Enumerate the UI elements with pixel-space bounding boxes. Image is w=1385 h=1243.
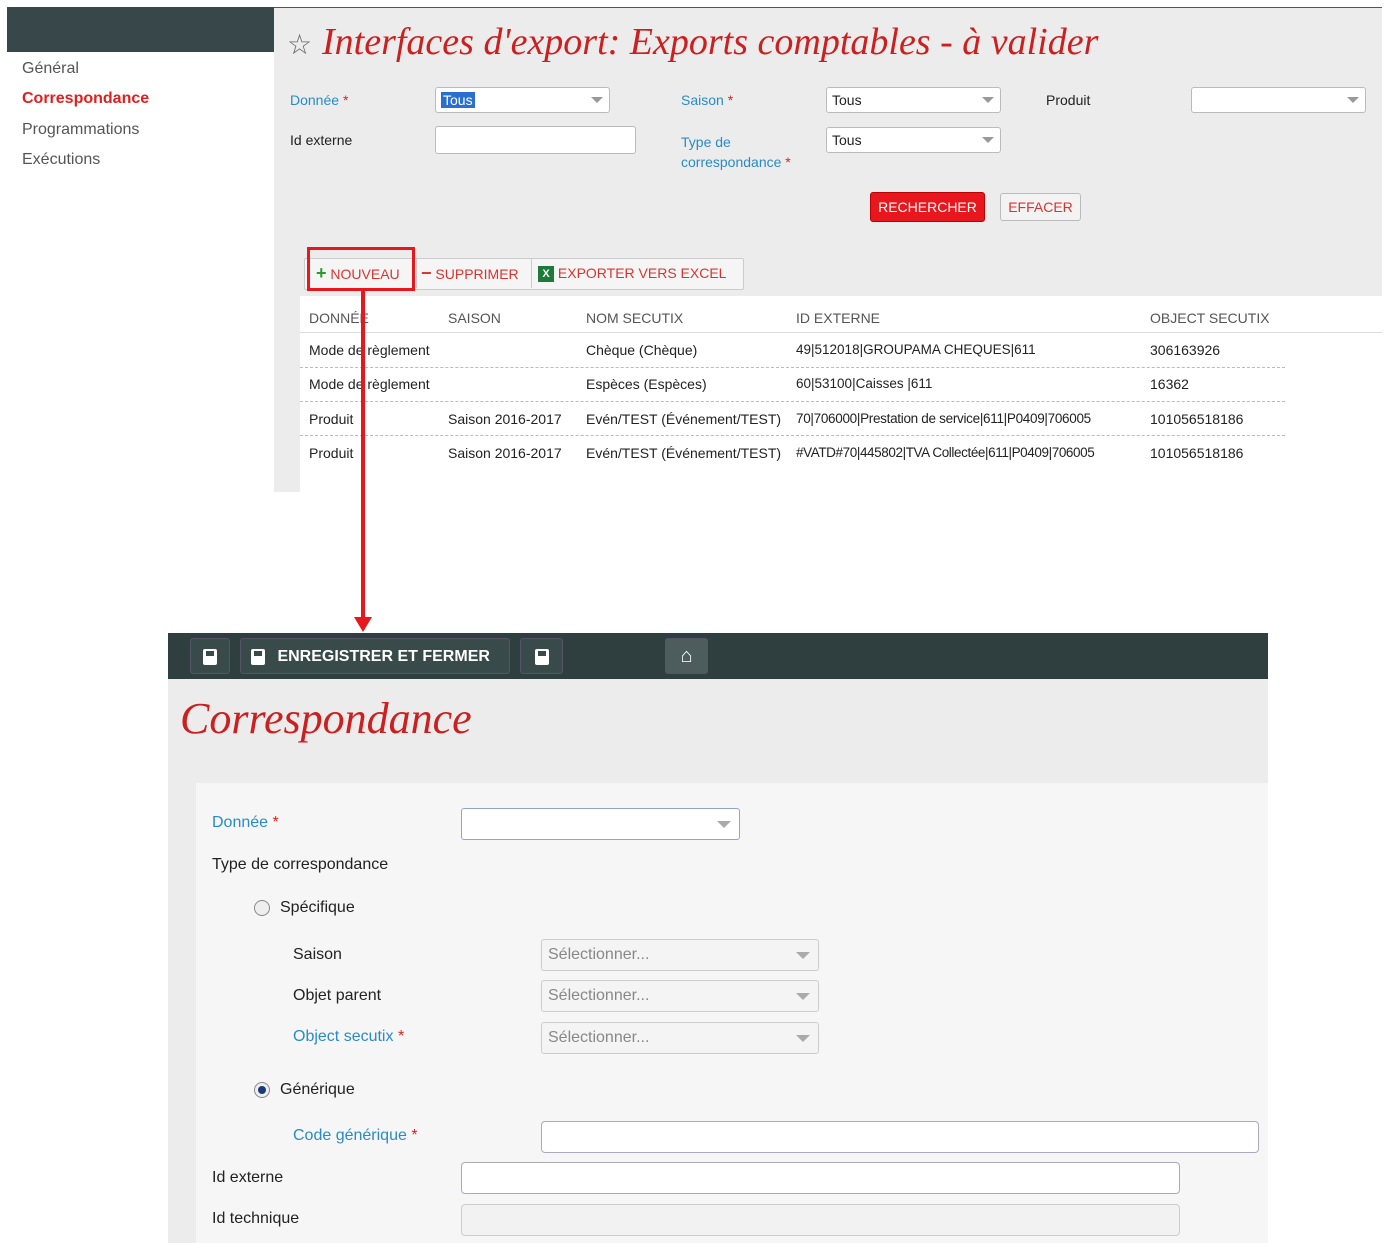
specifique-radio[interactable] — [254, 900, 270, 916]
code-generique-label: Code générique * — [293, 1127, 418, 1144]
sidebar-item-general[interactable]: Général — [22, 60, 79, 78]
header-divider — [300, 332, 1382, 333]
filter-saison-value: Tous — [832, 92, 862, 108]
toolbar-divider — [416, 258, 417, 288]
cell-donnee: Produit — [309, 445, 354, 461]
chevron-down-icon — [1347, 97, 1359, 103]
column-header-id-externe[interactable]: ID EXTERNE — [796, 310, 880, 326]
saison-label: Saison — [293, 946, 342, 963]
save-close-button[interactable]: ENREGISTRER ET FERMER — [240, 638, 510, 674]
home-button[interactable]: ⌂ — [665, 638, 708, 674]
cell-nom-secutix: Espèces (Espèces) — [586, 376, 707, 392]
minus-icon: − — [421, 263, 432, 283]
type-correspondance-label: Type de correspondance — [212, 856, 389, 873]
search-button[interactable]: RECHERCHER — [870, 192, 985, 222]
filter-donnee-select[interactable]: Tous — [435, 87, 610, 113]
chevron-down-icon — [717, 821, 731, 828]
clear-button[interactable]: EFFACER — [1000, 193, 1081, 221]
top-divider — [274, 7, 1382, 8]
row-divider — [300, 401, 1285, 402]
cell-donnee: Mode de règlement — [309, 342, 430, 358]
id-technique-label: Id technique — [212, 1210, 300, 1227]
save-icon — [203, 648, 217, 665]
filter-saison-select[interactable]: Tous — [826, 87, 1001, 113]
cell-donnee: Produit — [309, 411, 354, 427]
object-secutix-select[interactable]: Sélectionner... — [541, 1022, 819, 1054]
save-close-icon — [251, 648, 265, 665]
objet-parent-label: Objet parent — [293, 987, 382, 1004]
page-title: Interfaces d'export: Exports comptables … — [322, 21, 1099, 63]
favorite-star-icon[interactable]: ☆ — [287, 28, 312, 61]
chevron-down-icon — [982, 97, 994, 103]
cell-object-secutix: 16362 — [1150, 376, 1189, 392]
generique-radio[interactable] — [254, 1082, 270, 1098]
saison-select[interactable]: Sélectionner... — [541, 939, 819, 971]
filter-saison-label: Saison * — [681, 92, 734, 108]
cell-id-externe: 49|512018|GROUPAMA CHEQUES|611 — [796, 342, 1036, 357]
filter-produit-label: Produit — [1046, 92, 1091, 108]
sidebar-item-executions[interactable]: Exécutions — [22, 151, 100, 169]
export-excel-button[interactable]: X EXPORTER VERS EXCEL — [538, 258, 726, 288]
filter-type-select[interactable]: Tous — [826, 127, 1001, 153]
delete-button[interactable]: − SUPPRIMER — [421, 258, 519, 288]
cell-nom-secutix: Chèque (Chèque) — [586, 342, 698, 358]
cell-saison: Saison 2016-2017 — [448, 411, 562, 427]
row-divider — [300, 367, 1285, 368]
cell-donnee: Mode de règlement — [309, 376, 430, 392]
save-new-icon — [534, 648, 549, 665]
column-header-object-secutix[interactable]: OBJECT SECUTIX — [1150, 310, 1270, 326]
sidebar-item-correspondance[interactable]: Correspondance — [22, 90, 149, 108]
generique-label[interactable]: Générique — [280, 1081, 355, 1099]
pointer-arrow-line — [361, 291, 365, 621]
id-externe-label: Id externe — [212, 1169, 284, 1186]
object-secutix-label: Object secutix * — [293, 1028, 405, 1045]
cell-saison: Saison 2016-2017 — [448, 445, 562, 461]
home-icon: ⌂ — [680, 645, 693, 667]
filter-id-externe-label: Id externe — [290, 132, 353, 148]
save-button[interactable] — [190, 638, 230, 674]
chevron-down-icon — [796, 952, 810, 959]
save-new-button[interactable] — [520, 638, 563, 674]
sidebar-item-programmations[interactable]: Programmations — [22, 121, 139, 139]
excel-icon: X — [538, 266, 554, 283]
filter-produit-select[interactable] — [1191, 87, 1366, 113]
filter-type-label: Type de correspondance * — [681, 134, 791, 170]
cell-object-secutix: 101056518186 — [1150, 445, 1244, 461]
filter-donnee-value: Tous — [441, 92, 475, 108]
column-header-saison[interactable]: SAISON — [448, 310, 501, 326]
cell-nom-secutix: Evén/TEST (Événement/TEST) — [586, 445, 782, 461]
chevron-down-icon — [591, 97, 603, 103]
chevron-down-icon — [796, 993, 810, 1000]
filter-id-externe-input[interactable] — [435, 126, 636, 154]
donnee-select[interactable] — [461, 808, 740, 840]
filter-donnee-label: Donnée * — [290, 92, 349, 108]
toolbar-divider — [531, 258, 532, 288]
dialog-title: Correspondance — [180, 694, 472, 743]
chevron-down-icon — [982, 137, 994, 143]
objet-parent-select[interactable]: Sélectionner... — [541, 980, 819, 1012]
row-divider — [300, 435, 1285, 436]
code-generique-input[interactable] — [541, 1121, 1259, 1153]
cell-id-externe: #VATD#70|445802|TVA Collectée|611|P0409|… — [796, 445, 1095, 460]
donnee-label: Donnée * — [212, 814, 279, 831]
specifique-label[interactable]: Spécifique — [280, 899, 355, 917]
cell-nom-secutix: Evén/TEST (Événement/TEST) — [586, 411, 782, 427]
cell-id-externe: 70|706000|Prestation de service|611|P040… — [796, 411, 1091, 426]
pointer-arrow-head — [354, 617, 372, 632]
id-externe-input[interactable] — [461, 1162, 1180, 1194]
cell-id-externe: 60|53100|Caisses |611 — [796, 376, 933, 391]
column-header-nom-secutix[interactable]: NOM SECUTIX — [586, 310, 683, 326]
chevron-down-icon — [796, 1035, 810, 1042]
id-technique-input — [461, 1204, 1180, 1236]
cell-object-secutix: 101056518186 — [1150, 411, 1244, 427]
highlight-frame — [307, 247, 415, 291]
sidebar-header — [7, 7, 274, 52]
filter-type-value: Tous — [832, 132, 862, 148]
column-header-donnee[interactable]: DONNÉE — [309, 310, 369, 326]
cell-object-secutix: 306163926 — [1150, 342, 1221, 358]
